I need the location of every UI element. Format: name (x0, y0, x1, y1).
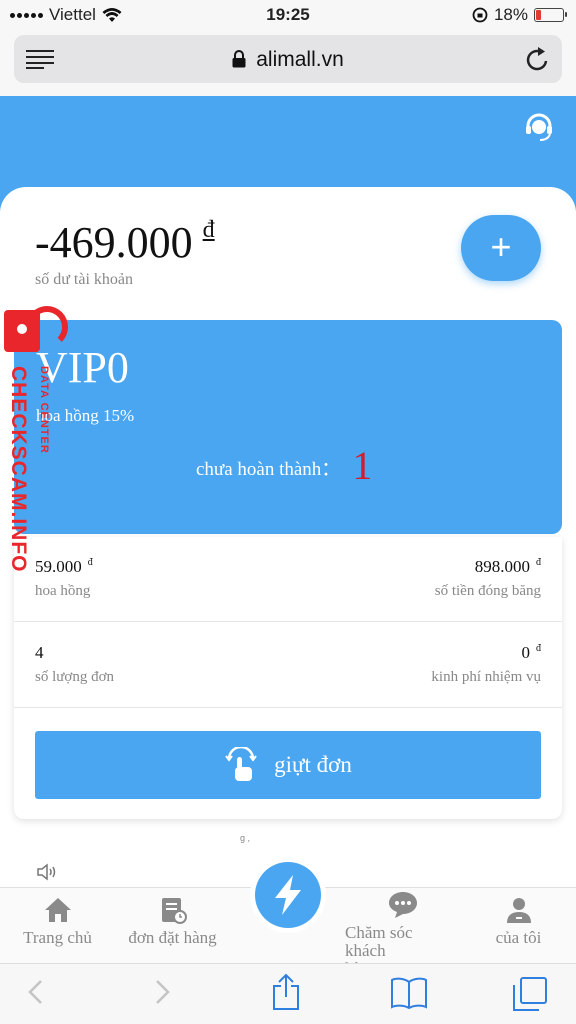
nav-home[interactable]: Trang chủ (0, 896, 115, 948)
commission-unit: đ (87, 557, 93, 569)
mission-label: kinh phí nhiệm vụ (431, 669, 541, 685)
stats-row-2: 4 số lượng đơn 0đ kinh phí nhiệm vụ (14, 623, 562, 708)
domain-text: alimall.vn (256, 48, 344, 71)
pending-count: 1 (352, 443, 373, 488)
speaker-icon (37, 863, 56, 881)
headset-support-icon[interactable] (524, 112, 554, 142)
frozen-value: 898.000 (474, 557, 530, 576)
watermark-sub-text: DATA CENTER (38, 366, 50, 454)
status-bar: Viettel 19:25 18% (0, 0, 576, 30)
share-icon[interactable] (271, 973, 301, 1011)
stat-mission: 0đ kinh phí nhiệm vụ (431, 643, 541, 686)
back-icon[interactable] (26, 978, 46, 1006)
url-domain[interactable]: alimall.vn (14, 48, 562, 72)
orders-value: 4 (35, 643, 44, 662)
stats-row-1: 59.000 đ hoa hồng 898.000 đ số tiền đóng b… (14, 537, 562, 622)
mission-unit: đ (536, 643, 541, 655)
chat-bubble-icon (388, 892, 417, 918)
battery-icon (534, 8, 567, 22)
balance-currency: đ (202, 217, 215, 243)
vip-card: VIP0 hoa hồng 15% chưa hoàn thành： 1 (14, 320, 562, 534)
nav-profile[interactable]: của tôi (461, 896, 576, 948)
watermark-lock-icon (4, 306, 68, 352)
url-bar[interactable]: alimall.vn (14, 35, 562, 83)
account-card: -469.000 đ số dư tài khoản + VIP0 hoa hồn… (0, 187, 576, 887)
watermark: CHECKSCAM.INFO DATA CENTER (4, 306, 68, 590)
order-list-icon (161, 898, 187, 924)
battery-percent: 18% (493, 5, 528, 24)
stat-frozen: 898.000 đ số tiền đóng băng (435, 557, 541, 600)
nav-orders[interactable]: đơn đặt hàng (115, 896, 230, 948)
user-icon (506, 898, 531, 923)
watermark-main-text: CHECKSCAM.INFO (7, 366, 30, 573)
lightning-icon (275, 875, 301, 915)
pending-label: chưa hoàn thành： (196, 459, 341, 480)
grab-order-button[interactable]: giựt đơn (35, 731, 541, 799)
center-action-inner (255, 862, 321, 928)
stat-orders: 4 số lượng đơn (35, 643, 114, 686)
nav-profile-label: của tôi (495, 928, 542, 947)
balance-amount: -469.000 đ (35, 217, 215, 268)
status-right: 18% (472, 5, 567, 25)
faint-text: g , (240, 833, 251, 843)
center-action-button[interactable] (250, 857, 326, 933)
reload-icon[interactable] (526, 46, 550, 72)
bookmarks-icon[interactable] (390, 976, 428, 1010)
deposit-button[interactable]: + (461, 215, 541, 281)
frozen-label: số tiền đóng băng (434, 583, 541, 599)
nav-orders-label: đơn đặt hàng (128, 928, 217, 947)
browser-toolbar-top: alimall.vn (0, 30, 576, 96)
orders-label: số lượng đơn (35, 669, 114, 685)
forward-icon[interactable] (152, 978, 172, 1006)
balance-label: số dư tài khoản (35, 271, 133, 288)
nav-home-label: Trang chủ (23, 928, 92, 947)
tabs-icon[interactable] (512, 976, 548, 1012)
tap-hand-icon (225, 747, 257, 781)
browser-toolbar-bottom (0, 963, 576, 1024)
pending-orders: chưa hoàn thành： 1 (196, 442, 372, 489)
mission-value: 0 (521, 643, 531, 662)
rotation-lock-icon (472, 7, 488, 23)
frozen-unit: đ (536, 557, 541, 569)
stats-panel: 59.000 đ hoa hồng 898.000 đ số tiền đóng b… (14, 537, 562, 819)
balance-value: -469.000 (35, 218, 193, 267)
lock-icon (232, 50, 246, 68)
grab-order-label: giựt đơn (274, 752, 352, 777)
home-icon (44, 898, 71, 922)
